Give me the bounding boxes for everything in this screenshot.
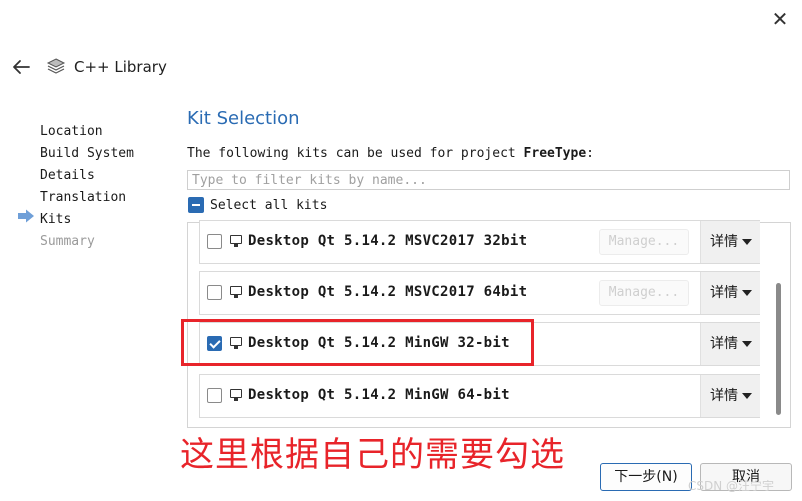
monitor-icon: [230, 286, 242, 298]
kit-row: Desktop Qt 5.14.2 MinGW 64-bit 详情: [199, 374, 760, 418]
kit-checkbox[interactable]: [207, 388, 222, 403]
close-icon[interactable]: ✕: [772, 7, 789, 31]
kit-name: Desktop Qt 5.14.2 MinGW 64-bit: [248, 387, 510, 403]
wizard-title: C++ Library: [74, 58, 167, 76]
step-translation: Translation: [40, 190, 127, 205]
back-arrow-icon[interactable]: [10, 56, 32, 78]
details-button[interactable]: 详情: [700, 221, 760, 263]
annotation-text: 这里根据自己的需要勾选: [180, 435, 565, 475]
step-kits: Kits: [40, 212, 72, 227]
details-button[interactable]: 详情: [700, 272, 760, 314]
description-suffix: :: [586, 146, 594, 161]
details-button[interactable]: 详情: [700, 375, 760, 417]
step-build-system: Build System: [40, 146, 134, 161]
caret-down-icon: [742, 290, 752, 296]
select-all-label[interactable]: Select all kits: [210, 198, 327, 213]
step-summary: Summary: [40, 234, 95, 249]
kit-list-scrollbar[interactable]: [776, 283, 781, 415]
close-button[interactable]: ✕: [770, 9, 790, 29]
select-all-checkbox[interactable]: [188, 197, 204, 213]
kit-filter-input[interactable]: [187, 170, 790, 190]
kit-name: Desktop Qt 5.14.2 MSVC2017 64bit: [248, 284, 528, 300]
kit-description: The following kits can be used for proje…: [187, 146, 594, 161]
wizard-steps: Location Build System Details Translatio…: [40, 121, 134, 253]
next-button[interactable]: 下一步(N): [600, 463, 692, 491]
kit-checkbox[interactable]: [207, 285, 222, 300]
library-icon: [46, 58, 66, 74]
details-button[interactable]: 详情: [700, 323, 760, 365]
kit-row: Desktop Qt 5.14.2 MSVC2017 64bit Manage.…: [199, 271, 760, 315]
manage-button[interactable]: Manage...: [599, 229, 689, 255]
details-label: 详情: [710, 336, 738, 352]
manage-button[interactable]: Manage...: [599, 280, 689, 306]
step-location: Location: [40, 124, 103, 139]
monitor-icon: [230, 235, 242, 247]
current-step-arrow-icon: [18, 209, 34, 223]
description-prefix: The following kits can be used for proje…: [187, 146, 524, 161]
details-label: 详情: [710, 285, 738, 301]
page-title: Kit Selection: [187, 108, 300, 129]
watermark: CSDN @汪宁宇: [688, 479, 775, 493]
monitor-icon: [230, 389, 242, 401]
project-name: FreeType: [523, 146, 587, 161]
caret-down-icon: [742, 239, 752, 245]
caret-down-icon: [742, 393, 752, 399]
kit-row: Desktop Qt 5.14.2 MSVC2017 32bit Manage.…: [199, 220, 760, 264]
caret-down-icon: [742, 341, 752, 347]
details-label: 详情: [710, 234, 738, 250]
kit-checkbox[interactable]: [207, 234, 222, 249]
kit-name: Desktop Qt 5.14.2 MSVC2017 32bit: [248, 233, 528, 249]
step-details: Details: [40, 168, 95, 183]
details-label: 详情: [710, 388, 738, 404]
highlight-box: [181, 319, 534, 366]
